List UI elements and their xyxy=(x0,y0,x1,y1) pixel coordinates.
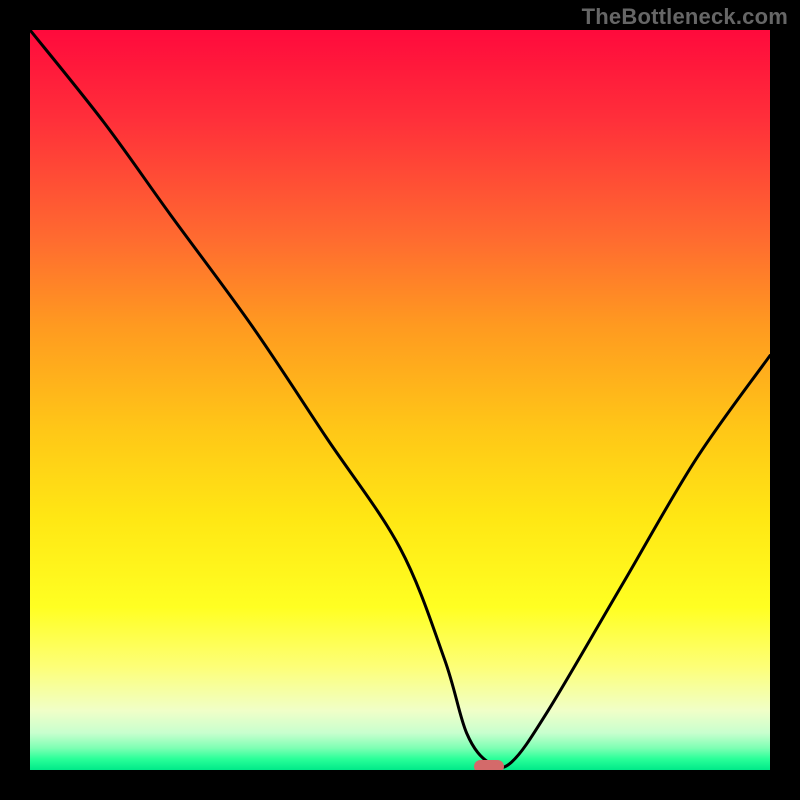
bottleneck-curve-path xyxy=(30,30,770,768)
chart-frame: TheBottleneck.com xyxy=(0,0,800,800)
plot-area xyxy=(30,30,770,770)
optimum-marker xyxy=(474,760,504,770)
watermark-text: TheBottleneck.com xyxy=(582,4,788,30)
curve-svg xyxy=(30,30,770,770)
